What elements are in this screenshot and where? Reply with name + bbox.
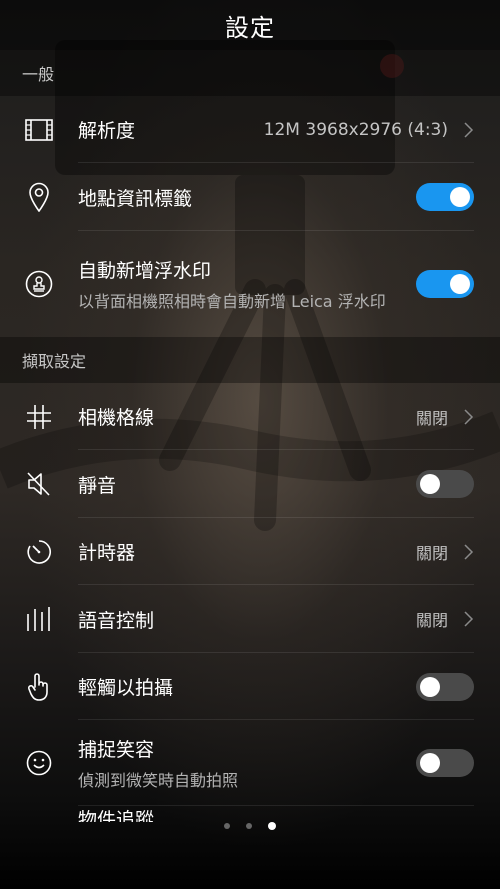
page-dot[interactable] (246, 823, 252, 829)
resolution-value: 12M 3968x2976 (4:3) (263, 119, 448, 140)
smile-capture-toggle[interactable] (416, 749, 474, 777)
toggle-knob (420, 676, 440, 697)
geotag-toggle[interactable] (416, 183, 474, 211)
mute-setting[interactable]: 靜音 (0, 450, 500, 518)
touch-capture-toggle[interactable] (416, 672, 474, 701)
hand-touch-icon (22, 670, 56, 704)
title-bar: 設定 (0, 0, 500, 50)
grid-label: 相機格線 (78, 407, 155, 429)
section-header-capture: 擷取設定 (0, 337, 500, 383)
touch-capture-setting[interactable]: 輕觸以拍攝 (0, 653, 500, 720)
chevron-right-icon (464, 121, 474, 138)
voice-control-label: 語音控制 (78, 609, 155, 632)
chevron-right-icon (464, 408, 474, 425)
grid-value: 關閉 (415, 408, 448, 428)
watermark-setting[interactable]: 自動新增浮水印 以背面相機照相時會自動新增 Leica 浮水印 (0, 231, 500, 337)
watermark-toggle[interactable] (416, 270, 474, 298)
resolution-label: 解析度 (78, 120, 136, 142)
section-header-general: 一般 (0, 50, 500, 96)
page-indicator (0, 822, 500, 830)
page-dot[interactable] (224, 823, 230, 829)
voice-control-setting[interactable]: 語音控制 關閉 (0, 585, 500, 653)
smile-capture-label: 捕捉笑容 (78, 738, 155, 761)
page-dot-active[interactable] (268, 822, 276, 830)
mute-label: 靜音 (78, 474, 117, 497)
grid-icon (22, 400, 56, 434)
object-tracking-setting-partial[interactable]: 物件追蹤 (78, 808, 154, 822)
stamp-icon (22, 267, 56, 301)
chevron-right-icon (464, 543, 474, 560)
touch-capture-label: 輕觸以拍攝 (78, 677, 174, 699)
watermark-description: 以背面相機照相時會自動新增 Leica 浮水印 (78, 291, 386, 311)
sound-bars-icon (22, 602, 56, 636)
timer-label: 計時器 (78, 542, 136, 564)
timer-icon (22, 535, 56, 569)
page-title: 設定 (225, 13, 275, 42)
film-frame-icon (22, 113, 56, 147)
speaker-muted-icon (22, 467, 56, 501)
geotag-label: 地點資訊標籤 (78, 187, 193, 210)
resolution-setting[interactable]: 解析度 12M 3968x2976 (4:3) (0, 96, 500, 163)
grid-setting[interactable]: 相機格線 關閉 (0, 383, 500, 450)
toggle-knob (420, 753, 440, 773)
mute-toggle[interactable] (416, 470, 474, 498)
geotag-setting[interactable]: 地點資訊標籤 (0, 163, 500, 231)
toggle-knob (450, 274, 470, 294)
smile-capture-description: 偵測到微笑時自動拍照 (78, 770, 239, 790)
smiley-face-icon (22, 746, 56, 780)
location-pin-icon (22, 180, 56, 214)
divider (78, 805, 474, 806)
timer-setting[interactable]: 計時器 關閉 (0, 518, 500, 585)
voice-control-value: 關閉 (415, 611, 448, 630)
smile-capture-setting[interactable]: 捕捉笑容 偵測到微笑時自動拍照 (0, 720, 500, 806)
chevron-right-icon (464, 611, 474, 627)
toggle-knob (450, 187, 470, 207)
toggle-knob (420, 474, 440, 494)
timer-value: 關閉 (415, 543, 448, 563)
watermark-label: 自動新增浮水印 (78, 259, 212, 282)
